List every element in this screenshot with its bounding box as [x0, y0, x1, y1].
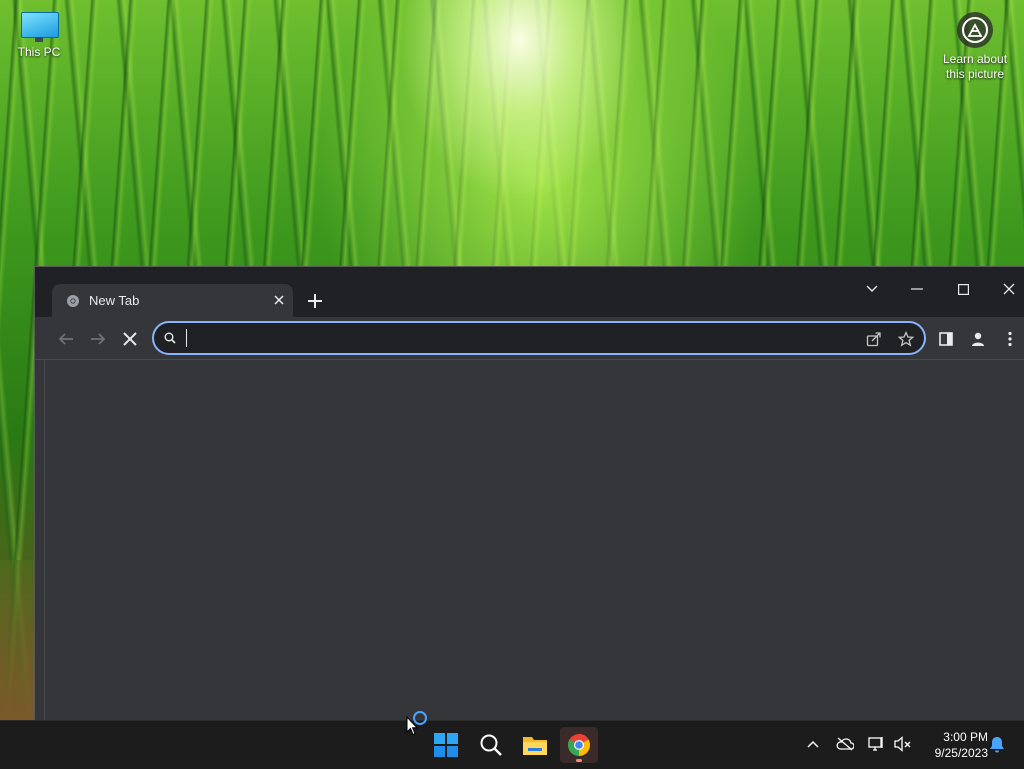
- browser-window: New Tab: [34, 266, 1024, 721]
- learn-label-line2: this picture: [945, 67, 1005, 81]
- profile-person-icon[interactable]: [966, 327, 990, 351]
- search-icon: [164, 331, 176, 349]
- busy-spinner-icon: [413, 711, 427, 725]
- clock-time: 3:00 PM: [943, 730, 988, 744]
- learn-about-picture[interactable]: Learn about this picture: [936, 12, 1014, 82]
- arrow-right-icon: [91, 333, 106, 345]
- tab-new-tab[interactable]: New Tab: [52, 284, 293, 317]
- clock-date: 9/25/2023: [934, 746, 988, 760]
- browser-titlebar[interactable]: New Tab: [35, 267, 1024, 317]
- arrow-left-icon: [58, 333, 73, 345]
- desktop-icon-label: This PC: [17, 45, 61, 59]
- taskbar: 3:00 PM 9/25/2023: [0, 720, 1024, 769]
- chevron-up-icon[interactable]: [802, 733, 824, 755]
- kebab-menu-icon[interactable]: [998, 327, 1022, 351]
- folder-icon[interactable]: [516, 727, 554, 763]
- side-panel-icon[interactable]: [934, 327, 958, 351]
- x-icon: [123, 332, 137, 346]
- chrome-icon: [568, 734, 590, 756]
- back-button[interactable]: [54, 327, 78, 351]
- browser-toolbar: [35, 317, 1024, 360]
- stop-button[interactable]: [118, 327, 142, 351]
- chrome-icon: [66, 294, 80, 308]
- maximize-icon[interactable]: [951, 279, 975, 299]
- active-app-indicator: [576, 759, 582, 762]
- onedrive-offline-icon[interactable]: [834, 733, 856, 755]
- search-icon[interactable]: [472, 727, 510, 763]
- new-tab-button[interactable]: [305, 291, 325, 311]
- camera-icon: [957, 12, 993, 48]
- page-content[interactable]: [44, 360, 1024, 721]
- minimize-icon[interactable]: [905, 279, 929, 299]
- tab-search-icon[interactable]: [860, 279, 884, 299]
- close-icon[interactable]: [997, 279, 1021, 299]
- forward-button[interactable]: [86, 327, 110, 351]
- bell-icon[interactable]: [986, 733, 1008, 755]
- windows-start-icon[interactable]: [427, 727, 465, 763]
- volume-muted-icon[interactable]: [892, 733, 914, 755]
- address-input[interactable]: [184, 327, 828, 351]
- monitor-icon: [19, 10, 59, 42]
- desktop-icon-this-pc[interactable]: This PC: [10, 10, 68, 59]
- learn-label-line1: Learn about: [942, 52, 1008, 66]
- text-caret: [186, 329, 187, 347]
- tab-close-icon[interactable]: [271, 292, 287, 308]
- address-bar[interactable]: [152, 321, 926, 355]
- system-clock[interactable]: 3:00 PM 9/25/2023: [918, 729, 988, 761]
- chrome-taskbar-button[interactable]: [560, 727, 598, 763]
- bookmark-star-icon[interactable]: [896, 329, 916, 349]
- plus-icon: [308, 294, 322, 308]
- tab-title: New Tab: [89, 293, 140, 308]
- network-icon[interactable]: [866, 733, 888, 755]
- share-icon[interactable]: [864, 329, 884, 349]
